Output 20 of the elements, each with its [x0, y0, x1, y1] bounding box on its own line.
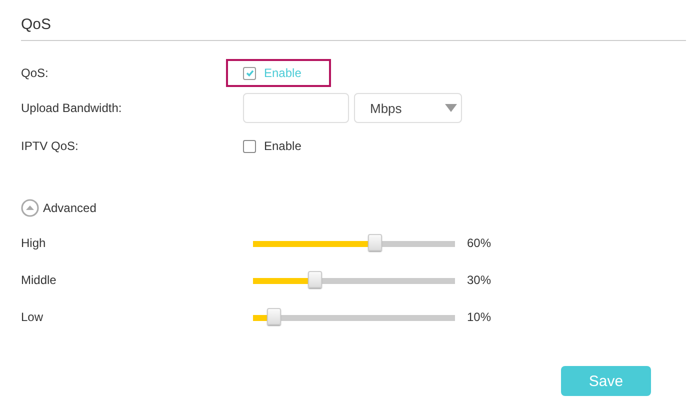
slider-thumb[interactable]: [368, 234, 382, 251]
checkbox-option[interactable]: Enable: [226, 132, 332, 160]
collapse-icon: [21, 199, 39, 217]
percent-value: 30%: [467, 273, 492, 287]
priority-label: High: [21, 236, 47, 250]
check-icon: [244, 68, 254, 78]
bandwidth-input[interactable]: [243, 93, 349, 123]
caret-icon: [445, 104, 457, 112]
percent-value: 60%: [467, 236, 492, 250]
priority-label: Middle: [21, 273, 58, 287]
unit-dropdown[interactable]: Mbps: [354, 93, 462, 123]
field-label: QoS:: [21, 66, 50, 80]
priority-label: Low: [21, 310, 44, 324]
section-title: QoS: [21, 15, 52, 35]
advanced-toggle[interactable]: Advanced: [21, 199, 96, 217]
field-label: Upload Bandwidth:: [21, 101, 123, 115]
slider-thumb[interactable]: [308, 271, 322, 288]
percent-value: 10%: [467, 310, 492, 324]
slider-thumb[interactable]: [267, 308, 282, 325]
field-label: IPTV QoS:: [21, 139, 80, 153]
